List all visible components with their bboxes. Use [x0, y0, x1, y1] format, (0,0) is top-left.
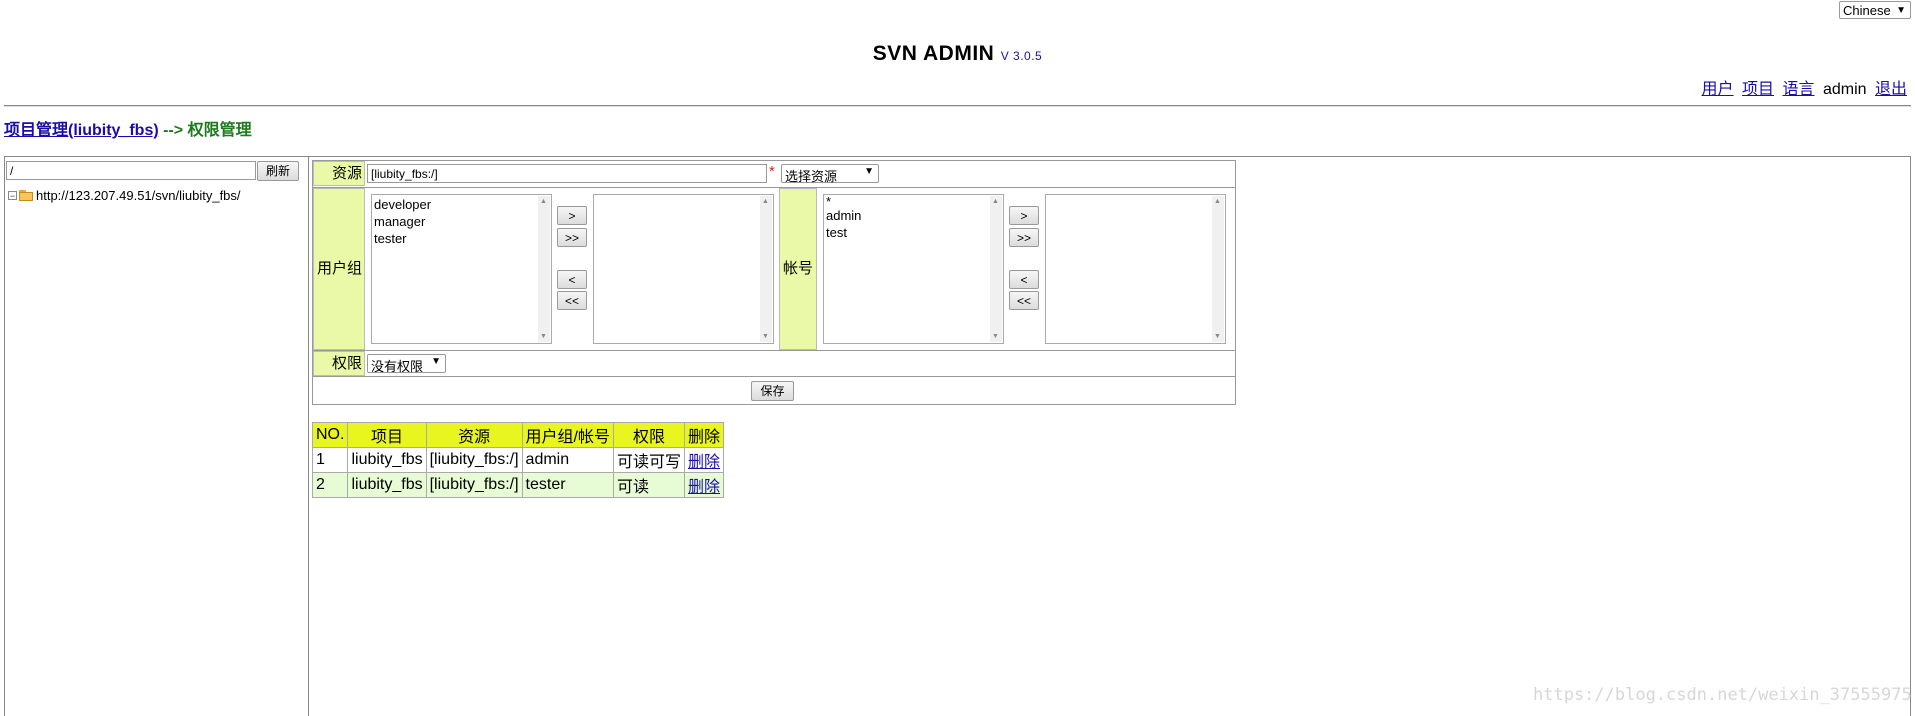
nav-projects-link[interactable]: 项目: [1742, 81, 1774, 98]
resource-select-value: 选择资源: [785, 169, 838, 184]
save-button[interactable]: 保存: [751, 381, 794, 401]
breadcrumb-separator: -->: [163, 122, 184, 139]
header-divider: [4, 105, 1911, 107]
cell-group-account: admin: [521, 447, 615, 473]
column-header-group-account: 用户组/帐号: [521, 422, 615, 448]
list-item[interactable]: manager: [374, 213, 549, 230]
delete-link[interactable]: 删除: [688, 479, 720, 496]
resource-input[interactable]: [liubity_fbs:/]: [367, 164, 767, 183]
scroll-up-icon[interactable]: ▲: [762, 198, 769, 205]
language-select[interactable]: Chinese ▼: [1839, 1, 1911, 19]
repo-tree-root[interactable]: − http://123.207.49.51/svn/liubity_fbs/: [8, 188, 241, 203]
scroll-up-icon[interactable]: ▲: [1214, 198, 1221, 205]
cell-delete: 删除: [684, 447, 725, 473]
list-item[interactable]: admin: [826, 207, 1001, 224]
cell-resource: [liubity_fbs:/]: [425, 447, 523, 473]
groups-available-list[interactable]: developer manager tester ▲ ▼: [371, 194, 552, 344]
current-username: admin: [1822, 81, 1867, 98]
top-nav: 用户 项目 语言 admin 退出: [1698, 75, 1907, 99]
app-title: SVN ADMIN: [872, 42, 995, 65]
group-add-button[interactable]: >: [557, 206, 587, 225]
table-header-row: NO. 项目 资源 用户组/帐号 权限 删除: [311, 422, 725, 448]
dropdown-arrow-icon: ▼: [1896, 5, 1906, 16]
cell-permission: 可读: [612, 472, 686, 498]
accounts-available-list[interactable]: * admin test ▲ ▼: [823, 194, 1004, 344]
cell-no: 2: [311, 472, 349, 498]
cell-no: 1: [311, 447, 349, 473]
list-item[interactable]: tester: [374, 230, 549, 247]
language-select-value: Chinese: [1843, 3, 1891, 18]
list-item[interactable]: test: [826, 224, 1001, 241]
breadcrumb: 项目管理(liubity_fbs) --> 权限管理: [4, 116, 252, 140]
groups-selected-list[interactable]: ▲ ▼: [593, 194, 774, 344]
column-header-project: 项目: [347, 422, 427, 448]
resource-label: 资源: [313, 161, 365, 186]
account-remove-button[interactable]: <: [1009, 270, 1039, 289]
accounts-selected-list[interactable]: ▲ ▼: [1045, 194, 1226, 344]
column-header-delete: 删除: [684, 422, 725, 448]
page-title: SVN ADMIN V 3.0.5: [0, 42, 1915, 66]
account-label: 帐号: [779, 188, 817, 350]
account-remove-all-button[interactable]: <<: [1009, 291, 1039, 310]
dropdown-arrow-icon: ▼: [864, 166, 874, 177]
permission-select-value: 没有权限: [371, 359, 424, 374]
cell-delete: 删除: [684, 472, 725, 498]
permissions-table: NO. 项目 资源 用户组/帐号 权限 删除 1 liubity_fbs [li…: [311, 422, 725, 498]
permission-label: 权限: [313, 351, 365, 376]
resource-select[interactable]: 选择资源 ▼: [781, 164, 879, 184]
group-remove-all-button[interactable]: <<: [557, 291, 587, 310]
account-add-button[interactable]: >: [1009, 206, 1039, 225]
scroll-down-icon[interactable]: ▼: [762, 333, 769, 340]
nav-language-link[interactable]: 语言: [1782, 81, 1814, 98]
cell-project: liubity_fbs: [347, 472, 427, 498]
path-input[interactable]: [6, 161, 256, 180]
scroll-up-icon[interactable]: ▲: [992, 198, 999, 205]
scrollbar[interactable]: ▲ ▼: [760, 196, 772, 342]
left-panel: [4, 156, 309, 716]
column-header-resource: 资源: [425, 422, 523, 448]
column-header-permission: 权限: [612, 422, 686, 448]
scroll-down-icon[interactable]: ▼: [992, 333, 999, 340]
cell-project: liubity_fbs: [347, 447, 427, 473]
list-item[interactable]: developer: [374, 196, 549, 213]
row-divider: [313, 376, 1235, 377]
breadcrumb-current: 权限管理: [187, 122, 252, 139]
table-row: 1 liubity_fbs [liubity_fbs:/] admin 可读可写…: [311, 447, 725, 473]
folder-open-icon: [19, 190, 34, 201]
permission-select[interactable]: 没有权限 ▼: [367, 354, 446, 374]
row-divider: [313, 350, 1235, 351]
dropdown-arrow-icon: ▼: [431, 356, 441, 367]
app-version: V 3.0.5: [1000, 49, 1043, 63]
watermark: https://blog.csdn.net/weixin_37555975: [1533, 685, 1912, 705]
cell-group-account: tester: [521, 472, 615, 498]
cell-resource: [liubity_fbs:/]: [425, 472, 523, 498]
scrollbar[interactable]: ▲ ▼: [538, 196, 550, 342]
breadcrumb-project-link[interactable]: 项目管理(liubity_fbs): [4, 122, 159, 139]
tree-root-label[interactable]: http://123.207.49.51/svn/liubity_fbs/: [36, 188, 241, 203]
refresh-button[interactable]: 刷新: [257, 161, 299, 181]
scrollbar[interactable]: ▲ ▼: [1212, 196, 1224, 342]
cell-permission: 可读可写: [612, 447, 686, 473]
nav-users-link[interactable]: 用户: [1702, 81, 1734, 98]
required-mark: *: [769, 163, 775, 180]
group-add-all-button[interactable]: >>: [557, 228, 587, 247]
group-label: 用户组: [313, 188, 365, 350]
scroll-down-icon[interactable]: ▼: [540, 333, 547, 340]
collapse-icon[interactable]: −: [8, 191, 17, 201]
table-row: 2 liubity_fbs [liubity_fbs:/] tester 可读 …: [311, 472, 725, 498]
delete-link[interactable]: 删除: [688, 454, 720, 471]
scroll-up-icon[interactable]: ▲: [540, 198, 547, 205]
account-add-all-button[interactable]: >>: [1009, 228, 1039, 247]
logout-link[interactable]: 退出: [1875, 81, 1907, 98]
column-header-no: NO.: [311, 422, 349, 448]
scrollbar[interactable]: ▲ ▼: [990, 196, 1002, 342]
scroll-down-icon[interactable]: ▼: [1214, 333, 1221, 340]
list-item[interactable]: *: [826, 195, 1001, 208]
row-divider: [313, 187, 1235, 188]
group-remove-button[interactable]: <: [557, 270, 587, 289]
